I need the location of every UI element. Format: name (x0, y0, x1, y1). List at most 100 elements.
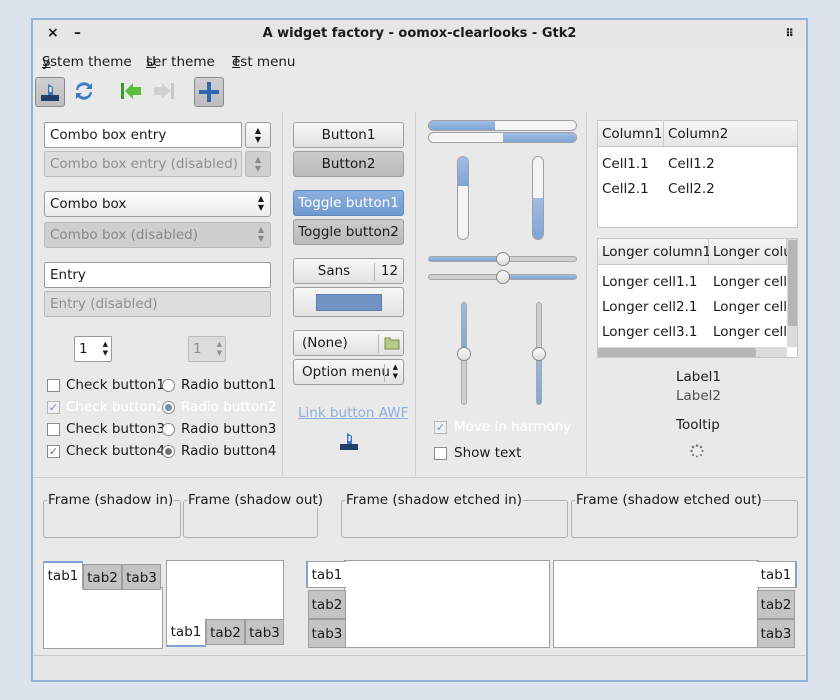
label-1: Label1 (676, 369, 722, 385)
toolbar-refresh-button[interactable] (70, 77, 100, 107)
tree2-hscroll-thumb[interactable] (598, 348, 756, 357)
maximize-icon[interactable]: ⠿ (785, 27, 794, 40)
tree2-vscrollbar[interactable] (787, 239, 797, 347)
spin-arrows-icon[interactable]: ▲ ▼ (103, 340, 108, 358)
check-button-3-label: Check button3 (66, 421, 165, 437)
tree1-cell[interactable]: Cell1.1 (602, 156, 649, 172)
button-2[interactable]: Button2 (293, 151, 404, 177)
toggle-button-1[interactable]: Toggle button1 (293, 190, 404, 216)
tree-view-1[interactable]: Column1 Column2 Cell1.1 Cell1.2 Cell2.1 … (597, 120, 798, 228)
tree1-cell[interactable]: Cell2.2 (668, 181, 715, 197)
refresh-icon (76, 82, 92, 100)
notebook2-tab2[interactable]: tab2 (206, 619, 245, 645)
radio-button-3[interactable] (162, 423, 175, 436)
tree2-header-col2[interactable]: Longer colu (709, 239, 792, 265)
notebook1-tab3[interactable]: tab3 (122, 564, 161, 590)
link-button[interactable]: Link button AWF (298, 405, 408, 421)
tree2-vscroll-thumb[interactable] (788, 240, 797, 326)
combo-entry-dropdown[interactable]: ▲ ▼ (245, 122, 271, 148)
scale-fill (462, 303, 466, 354)
tree1-header-col1[interactable]: Column1 (598, 121, 664, 147)
mouse-icon (340, 433, 358, 450)
toolbar-last-button[interactable] (150, 77, 180, 107)
combo-box-disabled: Combo box (disabled) ▲ ▼ (44, 222, 271, 248)
notebook3-tab2[interactable]: tab2 (308, 590, 346, 619)
font-divider (374, 263, 375, 281)
vscale-left-thumb[interactable] (457, 346, 471, 361)
folder-icon (384, 337, 400, 350)
tree2-hscrollbar[interactable] (598, 347, 787, 357)
title-bar: × – A widget factory - oomox-clearlooks … (33, 20, 806, 48)
notebook4-tab2[interactable]: tab2 (757, 590, 795, 619)
column-separator (586, 112, 587, 476)
tree-view-2[interactable]: Longer column1 Longer colu Longer cell1.… (597, 238, 798, 358)
combo-entry[interactable]: Combo box entry (44, 122, 242, 148)
color-button[interactable] (293, 287, 404, 317)
entry-field-disabled: Entry (disabled) (44, 291, 271, 317)
hscale-top-thumb[interactable] (495, 252, 510, 266)
notebook-tabs-bottom (166, 560, 284, 621)
vscale-right-thumb[interactable] (532, 346, 546, 361)
notebook2-tab3[interactable]: tab3 (245, 619, 284, 645)
combo-entry-disabled-dropdown: ▲ ▼ (245, 151, 271, 177)
frame-shadow-etched-in: Frame (shadow etched in) (341, 492, 568, 538)
check-button-4[interactable]: ✓ (47, 445, 60, 458)
mouse-icon (41, 84, 59, 101)
tooltip-label: Tooltip (676, 417, 720, 433)
notebook4-tab3[interactable]: tab3 (757, 619, 795, 648)
spin-button[interactable]: 1 ▲ ▼ (74, 336, 112, 362)
frame-label: Frame (shadow etched in) (345, 492, 523, 508)
toolbar-first-button[interactable] (117, 77, 147, 107)
check-button-1[interactable] (47, 379, 60, 392)
tree1-cell[interactable]: Cell2.1 (602, 181, 649, 197)
notebook1-tab2[interactable]: tab2 (83, 564, 122, 590)
entry-field[interactable]: Entry (44, 262, 271, 288)
toolbar-add-button[interactable] (194, 77, 224, 107)
combo-entry-disabled: Combo box entry (disabled) (44, 151, 242, 177)
notebook3-tab3[interactable]: tab3 (308, 619, 346, 648)
tree2-cell[interactable]: Longer cell3 (713, 324, 796, 340)
tree2-cell[interactable]: Longer cell2.1 (602, 299, 698, 315)
frame-shadow-etched-out: Frame (shadow etched out) (571, 492, 798, 538)
scale-fill (537, 353, 541, 404)
tree2-cell[interactable]: Longer cell1.1 (602, 274, 698, 290)
radio-button-2-label: Radio button2 (181, 399, 277, 415)
frame-label: Frame (shadow in) (47, 492, 175, 508)
tree1-cell[interactable]: Cell1.2 (668, 156, 715, 172)
window-title: A widget factory - oomox-clearlooks - Gt… (262, 26, 577, 41)
tree2-cell[interactable]: Longer cell1 (713, 274, 796, 290)
option-menu[interactable]: Option menu ▲ ▼ (293, 359, 404, 385)
combo-box[interactable]: Combo box ▲ ▼ (44, 191, 271, 217)
notebook-tabs-top (43, 587, 163, 649)
vprogress-right (532, 156, 544, 240)
spin-button-disabled: 1 ▲ ▼ (188, 336, 226, 362)
tree2-cell[interactable]: Longer cell2 (713, 299, 796, 315)
font-size: 12 (380, 263, 399, 279)
toolbar-mouse-button[interactable] (35, 77, 65, 107)
font-button[interactable]: Sans 12 (293, 258, 404, 284)
hscale-bottom-thumb[interactable] (495, 270, 510, 284)
radio-button-4[interactable] (162, 445, 175, 458)
frame-label: Frame (shadow out) (187, 492, 325, 508)
notebook2-tab1[interactable]: tab1 (166, 619, 206, 647)
spinner-icon (690, 444, 704, 458)
tree1-header-col2[interactable]: Column2 (664, 121, 797, 147)
check-button-4-label: Check button4 (66, 443, 165, 459)
frame-shadow-in: Frame (shadow in) (43, 492, 181, 538)
progress-fill (458, 157, 468, 186)
notebook-tabs-left (344, 560, 550, 648)
label-2: Label2 (676, 388, 722, 404)
check-button-3[interactable] (47, 423, 60, 436)
radio-button-1[interactable] (162, 379, 175, 392)
file-chooser-button[interactable]: (None) (293, 330, 404, 356)
show-text-check[interactable] (434, 447, 447, 460)
toggle-button-2[interactable]: Toggle button2 (293, 219, 404, 245)
tree2-header-col1[interactable]: Longer column1 (598, 239, 711, 265)
progress-bar-bottom (428, 132, 577, 143)
button-1[interactable]: Button1 (293, 122, 404, 148)
spin-arrows-icon: ▲ ▼ (216, 340, 222, 357)
notebook3-tab1[interactable]: tab1 (306, 561, 346, 588)
tree2-cell[interactable]: Longer cell3.1 (602, 324, 698, 340)
notebook4-tab1[interactable]: tab1 (757, 561, 797, 588)
notebook1-tab1[interactable]: tab1 (43, 561, 83, 589)
